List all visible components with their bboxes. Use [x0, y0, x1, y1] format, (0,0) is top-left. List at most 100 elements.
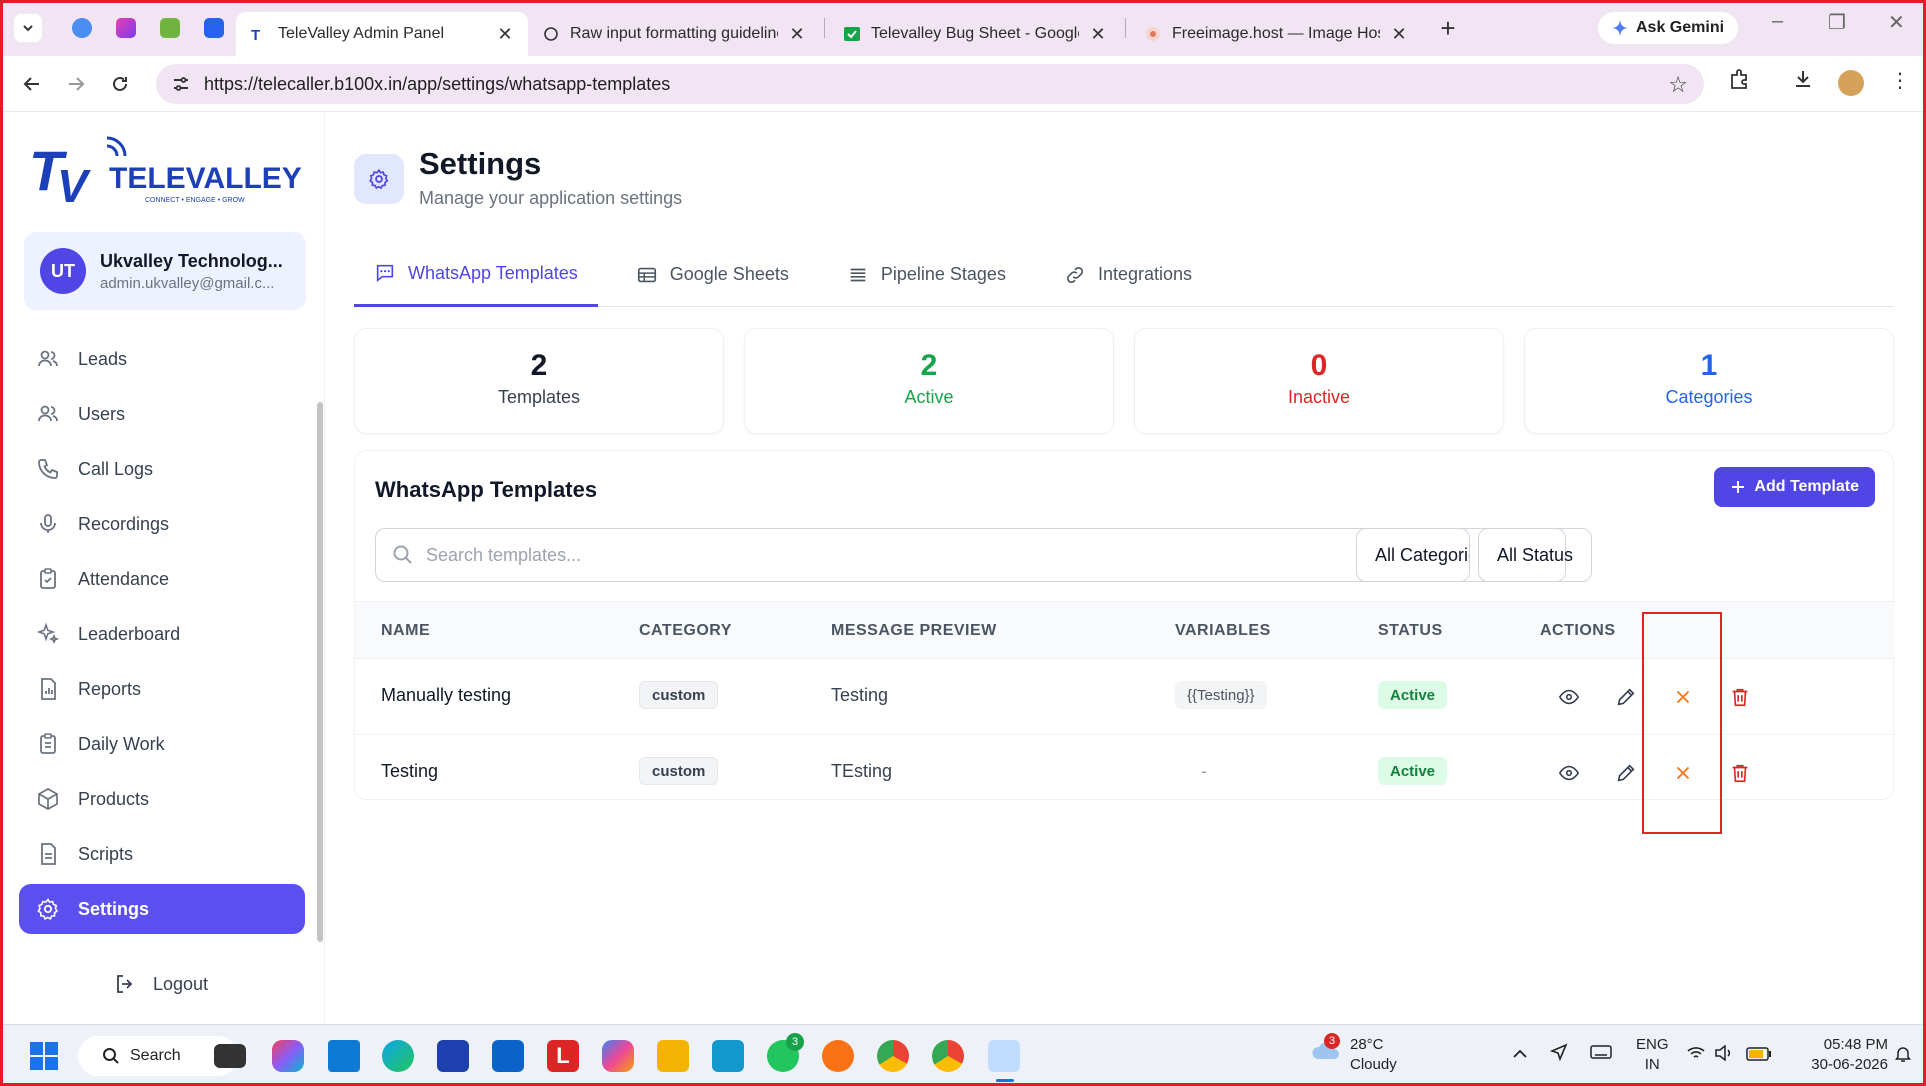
- tab-label: Integrations: [1097, 264, 1193, 284]
- delete-button[interactable]: [1726, 759, 1754, 787]
- site-settings-icon[interactable]: [172, 75, 190, 93]
- sidebar-item-attendance[interactable]: Attendance: [19, 554, 305, 604]
- edge-icon[interactable]: [382, 1040, 414, 1072]
- deactivate-button[interactable]: [1669, 683, 1697, 711]
- variable-badge: {{Testing}}: [1175, 681, 1267, 709]
- add-template-label: Add Template: [1754, 478, 1859, 495]
- status-filter-select[interactable]: All Status: [1478, 528, 1592, 582]
- location-icon[interactable]: [1549, 1043, 1568, 1067]
- prime-video-icon[interactable]: [712, 1040, 744, 1072]
- sidebar-item-scripts[interactable]: Scripts: [19, 829, 305, 879]
- column-header-category[interactable]: CATEGORY: [639, 622, 732, 640]
- category-filter-select[interactable]: All Categories: [1356, 528, 1470, 582]
- close-icon[interactable]: ✕: [788, 24, 806, 45]
- sidebar-item-recordings[interactable]: Recordings: [19, 499, 305, 549]
- edit-button[interactable]: [1612, 759, 1640, 787]
- ask-gemini-label: Ask Gemini: [1636, 19, 1725, 36]
- sidebar-item-reports[interactable]: Reports: [19, 664, 305, 714]
- profile-avatar[interactable]: [1838, 70, 1864, 96]
- notification-icon[interactable]: [1894, 1045, 1912, 1069]
- clock[interactable]: 05:48 PM 30-06-2026: [1798, 1035, 1888, 1075]
- language-indicator[interactable]: ENG IN: [1636, 1035, 1669, 1075]
- tab-pipeline-stages[interactable]: Pipeline Stages: [827, 242, 1026, 307]
- forward-button[interactable]: [56, 64, 96, 104]
- address-bar[interactable]: https://telecaller.b100x.in/app/settings…: [156, 64, 1704, 104]
- compass-app-icon[interactable]: [822, 1040, 854, 1072]
- chat-icon: [376, 264, 394, 283]
- x-icon: [1676, 690, 1690, 704]
- edit-button[interactable]: [1612, 683, 1640, 711]
- table-icon: [637, 267, 656, 282]
- minimize-window-button[interactable]: –: [1772, 10, 1783, 33]
- pinned-tab-4[interactable]: [192, 0, 236, 56]
- pinned-tab-1[interactable]: [60, 0, 104, 56]
- tab-whatsapp-templates[interactable]: WhatsApp Templates: [354, 242, 598, 307]
- column-header-message-preview[interactable]: MESSAGE PREVIEW: [831, 622, 997, 640]
- deactivate-button[interactable]: [1669, 759, 1697, 787]
- add-template-button[interactable]: Add Template: [1714, 467, 1875, 507]
- download-icon[interactable]: [1792, 68, 1814, 96]
- bookmark-star-icon[interactable]: ☆: [1668, 72, 1688, 98]
- chevron-up-icon[interactable]: [1512, 1045, 1528, 1065]
- sidebar-item-label: Attendance: [78, 568, 170, 589]
- battery-icon[interactable]: [1746, 1047, 1772, 1067]
- app-l-icon[interactable]: L: [547, 1040, 579, 1072]
- column-header-status[interactable]: STATUS: [1378, 622, 1443, 640]
- outlook-icon[interactable]: [492, 1040, 524, 1072]
- close-window-button[interactable]: ✕: [1888, 10, 1905, 35]
- logout-button[interactable]: Logout: [113, 972, 208, 996]
- sidebar-item-daily-work[interactable]: Daily Work: [19, 719, 305, 769]
- vscode-icon[interactable]: [328, 1040, 360, 1072]
- start-button[interactable]: [28, 1040, 60, 1072]
- pinned-tab-2[interactable]: [104, 0, 148, 56]
- snipping-tool-icon[interactable]: [988, 1040, 1020, 1072]
- chrome-icon[interactable]: [932, 1040, 964, 1072]
- close-icon[interactable]: ✕: [1089, 24, 1107, 45]
- tab-search-button[interactable]: [14, 14, 42, 42]
- extensions-icon[interactable]: [1728, 68, 1750, 96]
- task-view-icon[interactable]: [214, 1044, 246, 1068]
- wifi-icon[interactable]: [1686, 1045, 1706, 1067]
- browser-menu-icon[interactable]: ⋮: [1890, 68, 1910, 93]
- view-button[interactable]: [1555, 759, 1583, 787]
- copilot-icon[interactable]: [272, 1040, 304, 1072]
- pinned-tab-3[interactable]: [148, 0, 192, 56]
- new-tab-button[interactable]: +: [1428, 8, 1468, 48]
- televalley-logo[interactable]: T V TELEVALLEY CONNECT • ENGAGE • GROW: [27, 132, 307, 212]
- browser-tab-televalley[interactable]: T TeleValley Admin Panel ✕: [236, 12, 528, 56]
- view-button[interactable]: [1555, 683, 1583, 711]
- column-header-name[interactable]: NAME: [381, 622, 430, 640]
- file-explorer-icon[interactable]: [657, 1040, 689, 1072]
- sidebar-item-settings[interactable]: Settings: [19, 884, 305, 934]
- m365-icon[interactable]: [602, 1040, 634, 1072]
- chrome-profile-icon[interactable]: [877, 1040, 909, 1072]
- plus-icon: [1732, 481, 1745, 493]
- close-icon[interactable]: ✕: [1390, 24, 1408, 45]
- delete-button[interactable]: [1726, 683, 1754, 711]
- browser-tab-freeimage[interactable]: Freeimage.host — Image Hosti ✕: [1130, 12, 1422, 56]
- sidebar-item-leaderboard[interactable]: Leaderboard: [19, 609, 305, 659]
- sidebar-scrollbar[interactable]: [317, 402, 323, 942]
- sidebar-item-call-logs[interactable]: Call Logs: [19, 444, 305, 494]
- tab-integrations[interactable]: Integrations: [1044, 242, 1212, 307]
- weather-widget[interactable]: 28°C Cloudy: [1350, 1035, 1397, 1075]
- keyboard-icon[interactable]: [1590, 1045, 1612, 1065]
- reload-button[interactable]: [100, 64, 140, 104]
- store-icon[interactable]: [437, 1040, 469, 1072]
- user-profile-card[interactable]: UT Ukvalley Technolog... admin.ukvalley@…: [24, 232, 306, 310]
- restore-window-button[interactable]: ❐: [1828, 10, 1846, 35]
- column-header-variables[interactable]: VARIABLES: [1175, 622, 1271, 640]
- sidebar-item-leads[interactable]: Leads: [19, 334, 305, 384]
- ask-gemini-button[interactable]: Ask Gemini: [1598, 12, 1739, 44]
- browser-tab-raw-input[interactable]: Raw input formatting guideline ✕: [528, 12, 820, 56]
- sidebar-item-users[interactable]: Users: [19, 389, 305, 439]
- sidebar-item-label: Products: [78, 788, 150, 809]
- sidebar-item-products[interactable]: Products: [19, 774, 305, 824]
- browser-tab-bug-sheet[interactable]: Televalley Bug Sheet - Google S ✕: [829, 12, 1121, 56]
- volume-icon[interactable]: [1714, 1044, 1734, 1067]
- close-icon[interactable]: ✕: [496, 24, 514, 45]
- tab-google-sheets[interactable]: Google Sheets: [616, 242, 809, 307]
- trash-icon: [1732, 688, 1748, 707]
- back-button[interactable]: [12, 64, 52, 104]
- pencil-icon: [1617, 764, 1635, 782]
